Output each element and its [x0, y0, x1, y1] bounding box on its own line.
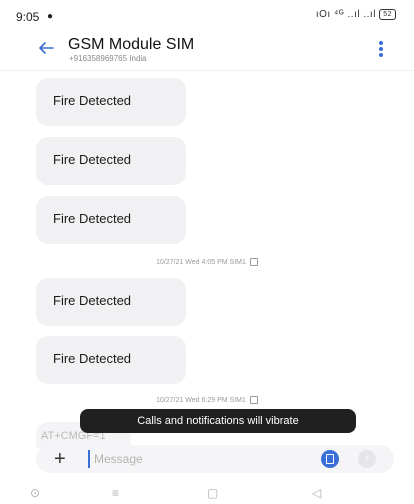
- status-indicators: ıOı ⁴ᴳ ..ıl ..ıl 52: [316, 9, 396, 20]
- status-time: 9:05: [16, 10, 40, 24]
- message-bubble[interactable]: Fire Detected: [36, 336, 186, 384]
- status-bar: 9:05 ● ıOı ⁴ᴳ ..ıl ..ıl 52: [0, 0, 414, 30]
- conversation-header: GSM Module SIM +916358969765 India: [0, 30, 414, 71]
- message-input[interactable]: [88, 450, 288, 468]
- home-icon[interactable]: ⊙: [30, 486, 40, 500]
- message-timestamp: 10/27/21 Wed 4:05 PM SIM1: [0, 258, 414, 266]
- battery-icon: 52: [379, 9, 396, 20]
- back-icon[interactable]: ◁: [312, 486, 321, 500]
- message-bubble[interactable]: Fire Detected: [36, 196, 186, 244]
- contact-number: +916358969765 India: [69, 54, 147, 63]
- sim-select-button[interactable]: [321, 450, 339, 468]
- sim-icon: [249, 258, 258, 266]
- signal-icons: ıOı ⁴ᴳ ..ıl ..ıl: [315, 9, 376, 21]
- arrow-left-icon[interactable]: [36, 38, 56, 58]
- send-button[interactable]: ↑: [358, 450, 376, 468]
- contact-name[interactable]: GSM Module SIM: [68, 36, 194, 54]
- menu-icon[interactable]: ≡: [112, 486, 119, 500]
- timestamp-text: 10/27/21 Wed 4:05 PM SIM1: [156, 258, 246, 266]
- timestamp-text: 10/27/21 Wed 6:29 PM SIM1: [156, 396, 246, 404]
- message-timestamp: 10/27/21 Wed 6:29 PM SIM1: [0, 396, 414, 404]
- more-vertical-icon[interactable]: [378, 40, 384, 57]
- message-bubble[interactable]: Fire Detected: [36, 78, 186, 126]
- add-icon[interactable]: +: [54, 449, 66, 469]
- vibrate-toast: Calls and notifications will vibrate: [80, 409, 356, 433]
- whatsapp-icon: ●: [47, 11, 54, 22]
- message-composer: + ↑: [36, 445, 394, 473]
- system-nav-bar: ⊙ ≡ ▢ ◁: [0, 484, 414, 504]
- sim-icon: [326, 454, 334, 464]
- message-bubble[interactable]: Fire Detected: [36, 278, 186, 326]
- recents-icon[interactable]: ▢: [207, 486, 218, 500]
- message-bubble[interactable]: Fire Detected: [36, 137, 186, 185]
- sim-icon: [249, 396, 258, 404]
